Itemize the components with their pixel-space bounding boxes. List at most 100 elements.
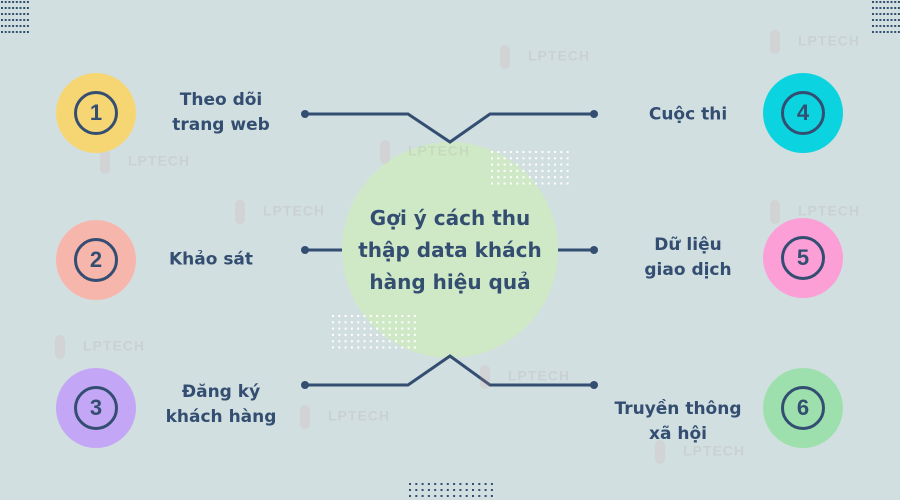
light-dot <box>401 340 404 343</box>
light-dot <box>332 333 334 336</box>
light-dot <box>566 163 569 166</box>
number-3-icon: 3 <box>74 386 118 430</box>
corner-dot <box>875 31 878 33</box>
item-5-label-line: giao dịch <box>644 260 732 280</box>
bottom-dot <box>427 483 430 485</box>
item-1-label-line: Theo dõi <box>179 90 263 110</box>
corner-dot <box>894 1 897 3</box>
corner-dot <box>886 31 889 33</box>
light-dot <box>338 346 341 349</box>
corner-dot <box>875 1 878 3</box>
light-dot <box>528 157 531 160</box>
corner-dot <box>15 19 18 21</box>
light-dot <box>541 151 544 153</box>
light-dot <box>528 182 531 185</box>
bottom-dot <box>453 489 456 491</box>
item-2-label-line: Khảo sát <box>168 249 254 270</box>
light-dot <box>566 151 569 153</box>
light-dot <box>401 346 404 349</box>
light-dot <box>528 169 531 172</box>
corner-dot <box>19 13 22 15</box>
bottom-dot <box>478 483 481 485</box>
light-dot <box>560 157 563 160</box>
corner-dot <box>8 25 11 27</box>
item-2-badge: 2 <box>56 220 136 300</box>
corner-dot <box>15 31 18 33</box>
item-1-label-line: trang web <box>172 115 270 135</box>
bottom-dot <box>409 495 411 497</box>
light-dot <box>541 182 544 185</box>
light-dot <box>509 176 512 179</box>
corner-dot <box>872 1 874 3</box>
light-dot <box>350 315 353 317</box>
corner-dot <box>872 13 874 15</box>
light-dot <box>382 321 385 324</box>
light-dot <box>376 346 379 349</box>
light-dot <box>382 333 385 336</box>
light-dot <box>497 163 500 166</box>
item-4-label-line: Cuộc thi <box>648 104 728 125</box>
light-dot <box>547 176 550 179</box>
item-6-label-line: xã hội <box>649 424 707 444</box>
light-dot <box>541 169 544 172</box>
corner-dot <box>886 1 889 3</box>
light-dot <box>363 333 366 336</box>
bottom-dot <box>421 489 424 491</box>
light-dot <box>509 151 512 153</box>
corner-dot <box>879 13 882 15</box>
bottom-dot <box>434 483 437 485</box>
light-dot <box>332 346 334 349</box>
light-dot <box>401 333 404 336</box>
light-dot <box>560 151 563 153</box>
light-dot <box>332 340 334 343</box>
corner-dot <box>12 19 15 21</box>
bottom-dot <box>415 495 418 497</box>
corner-dot <box>872 25 874 27</box>
light-dot <box>516 163 519 166</box>
corner-dot <box>23 25 26 27</box>
corner-dot <box>875 7 878 9</box>
bottom-dot <box>484 489 487 491</box>
corner-dot <box>1 31 3 33</box>
light-dot <box>382 340 385 343</box>
light-dot <box>350 340 353 343</box>
bottom-dot <box>427 495 430 497</box>
light-dot <box>407 315 410 317</box>
corner-dot <box>890 31 893 33</box>
light-dot <box>338 340 341 343</box>
bottom-dot <box>484 483 487 485</box>
bottom-dot <box>440 489 443 491</box>
corner-dot <box>883 13 886 15</box>
light-dot <box>522 157 525 160</box>
light-dot <box>357 327 360 330</box>
item-5-label-line: Dữ liệu <box>654 235 722 255</box>
light-dot <box>497 176 500 179</box>
light-dot <box>566 182 569 185</box>
bottom-dot <box>459 483 462 485</box>
corner-dot <box>26 31 29 33</box>
light-dot <box>363 340 366 343</box>
corner-dot <box>894 25 897 27</box>
light-dot <box>503 163 506 166</box>
light-dot <box>395 327 397 330</box>
light-dot <box>535 176 538 179</box>
corner-dot <box>879 7 882 9</box>
bottom-dot <box>446 483 449 485</box>
light-dot <box>509 182 512 185</box>
bottom-dot <box>446 495 449 497</box>
light-dot <box>344 333 347 336</box>
light-dot <box>566 169 569 172</box>
corner-dot <box>26 19 29 21</box>
light-dot <box>363 321 366 324</box>
corner-dot <box>879 19 882 21</box>
light-dot <box>395 333 397 336</box>
bottom-dot <box>478 495 481 497</box>
corner-dot <box>19 19 22 21</box>
bottom-dot <box>465 483 468 485</box>
light-dot <box>535 157 538 160</box>
light-dot <box>357 340 360 343</box>
corner-dot <box>894 31 897 33</box>
light-dot <box>338 333 341 336</box>
center-title-line: thập data khách <box>358 238 542 262</box>
light-dot <box>369 321 372 324</box>
